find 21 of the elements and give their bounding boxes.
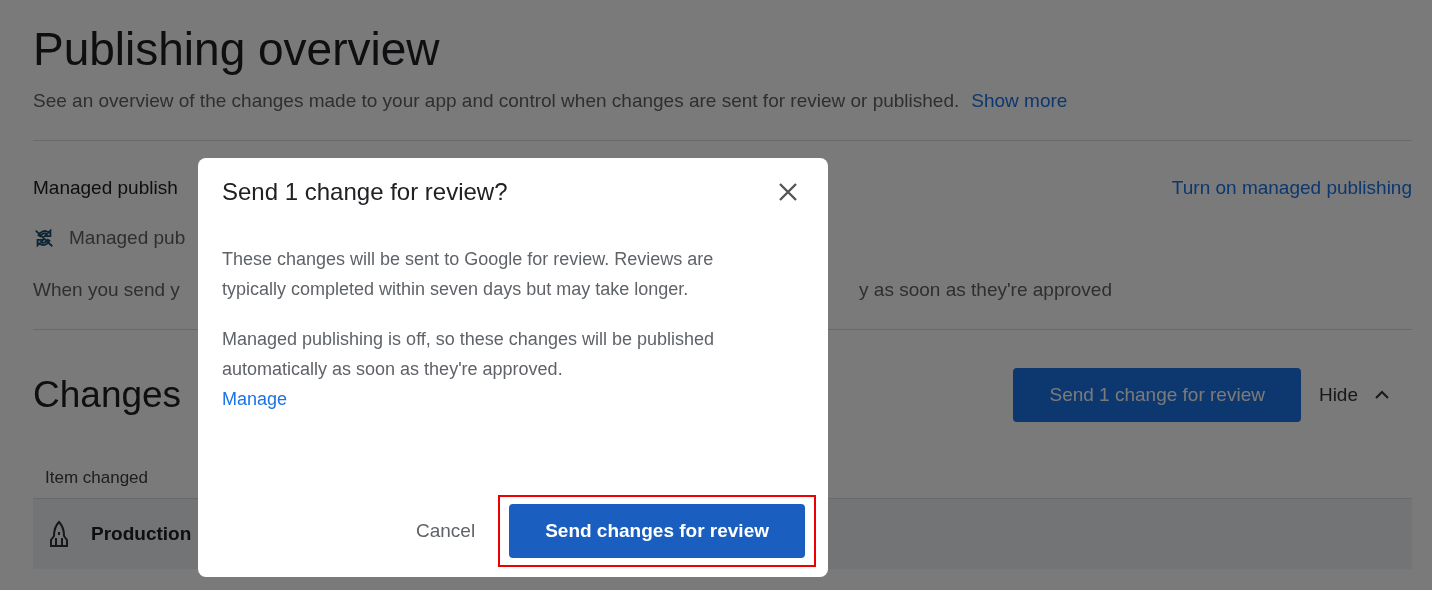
manage-link[interactable]: Manage xyxy=(222,384,288,414)
page-title: Publishing overview xyxy=(33,22,441,76)
column-header: Item changed xyxy=(45,468,148,487)
hide-toggle[interactable]: Hide xyxy=(1318,383,1412,407)
status-text: Managed pub xyxy=(69,227,186,249)
note-text: When you send y xyxy=(33,279,180,301)
dialog-title: Send 1 change for review? xyxy=(222,178,508,206)
dialog-text: Managed publishing is off, so these changes will be published automatically as soon as they're approved. xyxy=(222,328,715,381)
section-heading: Managed publish xyxy=(33,177,178,199)
send-changes-button[interactable]: Send changes for review xyxy=(509,504,805,558)
turn-on-link[interactable]: Turn on managed publishing xyxy=(1171,177,1412,199)
note-text: y as soon as they're approved xyxy=(859,279,1112,301)
sync-off-icon xyxy=(33,227,55,249)
section-heading: Changes xyxy=(33,374,182,416)
show-more-link[interactable]: Show more xyxy=(971,90,1068,112)
rocket-icon xyxy=(47,520,71,548)
send-button[interactable]: Send 1 change for review xyxy=(1013,368,1301,422)
cancel-button[interactable]: Cancel xyxy=(410,508,482,554)
page-description: See an overview of the changes made to your app and control when changes are sent for review or published. xyxy=(33,90,960,112)
table-cell: Production xyxy=(91,523,192,545)
dialog-text: These changes will be sent to Google for review. Reviews are typically completed within seven days but may take longer. xyxy=(222,248,715,301)
